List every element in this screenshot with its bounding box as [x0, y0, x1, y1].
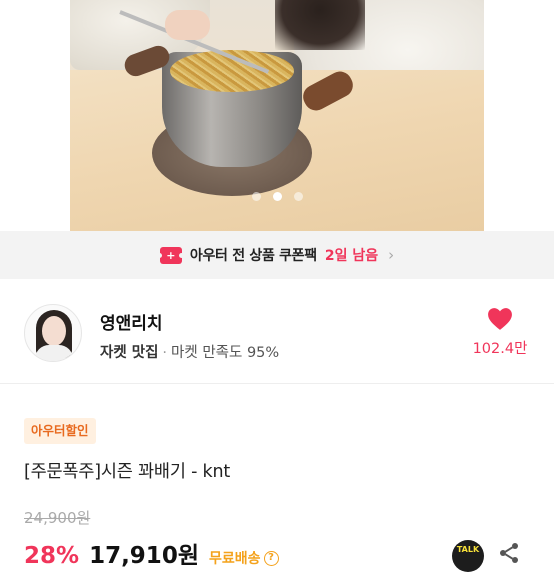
- kakao-talk-button[interactable]: TALK: [452, 540, 484, 572]
- sale-price: 17,910원: [89, 543, 199, 569]
- gallery-dot-3[interactable]: [293, 192, 303, 201]
- chevron-right-icon: ›: [388, 246, 395, 264]
- discount-badge: 아우터할인: [24, 418, 96, 444]
- free-shipping-text: 무료배송: [208, 551, 261, 567]
- seller-name[interactable]: 영앤리치: [100, 309, 163, 334]
- seller-category: 자켓 맛집: [100, 345, 159, 361]
- seller-meta-separator: ·: [162, 345, 168, 361]
- shipping-info-icon[interactable]: ?: [263, 550, 279, 566]
- seller-satisfaction: 마켓 만족도 95%: [171, 345, 280, 361]
- original-price: 24,900원: [24, 509, 91, 527]
- gallery-pagination: [0, 192, 554, 201]
- coupon-ticket-icon: +: [157, 246, 185, 264]
- photo-hair: [275, 0, 365, 50]
- coupon-days-left: 2일 남음: [324, 248, 379, 264]
- gallery-dot-2[interactable]: [272, 192, 282, 201]
- share-icon[interactable]: [497, 541, 521, 565]
- product-title: [주문폭주]시즌 꽈배기 - knt: [24, 462, 231, 482]
- like-button[interactable]: 102.4만: [470, 307, 530, 358]
- like-count: 102.4만: [472, 341, 528, 357]
- heart-icon: [488, 308, 512, 330]
- price-row: 28% 17,910원 무료배송 ?: [24, 536, 279, 570]
- product-gallery[interactable]: [0, 0, 554, 231]
- seller-row[interactable]: 영앤리치 자켓 맛집 · 마켓 만족도 95% 102.4만: [0, 279, 554, 384]
- photo-hand: [165, 10, 210, 40]
- coupon-banner-text: 아우터 전 상품 쿠폰팩: [189, 248, 317, 264]
- gallery-dot-1[interactable]: [251, 192, 261, 201]
- seller-avatar[interactable]: [24, 304, 82, 362]
- avatar-body: [35, 345, 73, 361]
- coupon-banner[interactable]: + 아우터 전 상품 쿠폰팩 2일 남음 ›: [0, 231, 554, 279]
- seller-meta: 자켓 맛집 · 마켓 만족도 95%: [100, 341, 279, 362]
- discount-rate: 28%: [24, 543, 80, 569]
- avatar-face: [42, 316, 66, 346]
- free-shipping-label[interactable]: 무료배송 ?: [209, 548, 279, 568]
